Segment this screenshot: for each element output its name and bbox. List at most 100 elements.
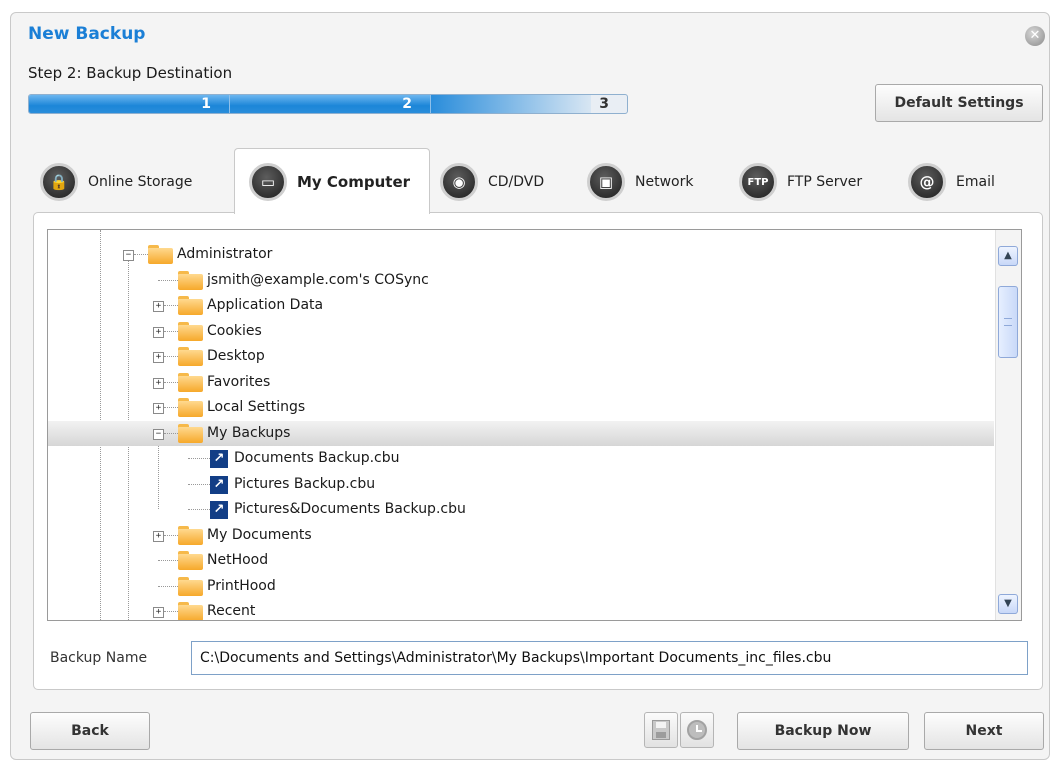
progress-segment-1: 1 [29, 95, 230, 113]
backup-file-icon: ↗ [210, 501, 228, 519]
save-button[interactable] [644, 712, 678, 748]
tree-folder-item[interactable]: PrintHood [48, 574, 994, 599]
tree-connector [164, 407, 178, 408]
tree-item-label: Documents Backup.cbu [234, 450, 400, 466]
tree-folder-item[interactable]: + Application Data [48, 293, 994, 318]
tree-folder-item[interactable]: NetHood [48, 548, 994, 573]
tree-item-label: Administrator [177, 246, 273, 262]
tree-item-label: jsmith@example.com's COSync [207, 271, 429, 288]
tree-item-label: Pictures&Documents Backup.cbu [234, 501, 466, 517]
expand-icon[interactable]: + [153, 530, 164, 542]
tab-my-computer[interactable]: ▭ My Computer [234, 148, 430, 214]
expand-icon[interactable]: + [153, 301, 164, 312]
tree-file-item[interactable]: ↗ Pictures Backup.cbu [48, 472, 994, 497]
dialog-title: New Backup [28, 24, 146, 44]
tree-connector [188, 509, 210, 510]
folder-icon [178, 398, 203, 417]
collapse-icon[interactable]: − [123, 250, 134, 261]
tree-scrollbar[interactable]: ▲ ▼ [995, 230, 1021, 620]
expand-icon[interactable]: + [153, 377, 164, 389]
tree-connector [164, 381, 178, 383]
tree-item-label: Pictures Backup.cbu [234, 475, 376, 492]
tab-label: Email [956, 174, 995, 190]
tree-connector [164, 356, 178, 357]
backup-now-button[interactable]: Backup Now [737, 712, 909, 750]
network-icon: ▣ [587, 163, 625, 201]
tree-folder-item[interactable]: + My Documents [48, 523, 994, 548]
backup-file-icon: ↗ [210, 450, 228, 468]
tree-folder-item[interactable]: + Favorites [48, 370, 994, 395]
tree-connector [158, 560, 178, 561]
expand-icon[interactable]: + [153, 607, 164, 618]
folder-icon [178, 576, 203, 596]
tree-folder-item[interactable]: + Cookies [48, 319, 994, 344]
tree-item-label: Recent [207, 603, 256, 619]
folder-icon [178, 270, 203, 290]
tree-item-label: Local Settings [207, 399, 306, 415]
folder-icon [148, 245, 173, 264]
tree-connector [158, 279, 178, 281]
tab-label: FTP Server [787, 174, 863, 190]
tree-file-item[interactable]: ↗ Pictures&Documents Backup.cbu [48, 497, 994, 522]
tree-folder-item[interactable]: + Local Settings [48, 395, 994, 420]
tree-item-label: PrintHood [207, 577, 276, 594]
tree-connector [164, 432, 178, 434]
tree-file-item[interactable]: ↗ Documents Backup.cbu [48, 446, 994, 471]
tab-label: My Computer [297, 172, 411, 191]
tab-email[interactable]: @ Email [908, 150, 995, 214]
tree-item-label: Application Data [207, 297, 324, 313]
tree-connector [164, 305, 178, 306]
expand-icon[interactable]: + [153, 352, 164, 363]
tab-ftp-server[interactable]: FTP FTP Server [739, 150, 862, 214]
scroll-thumb[interactable] [998, 286, 1018, 358]
tree-connector [164, 330, 178, 332]
tab-online-storage[interactable]: 🔒 Online Storage [40, 150, 192, 214]
tree-folder-item[interactable]: jsmith@example.com's COSync [48, 268, 994, 293]
tree-item-label: Cookies [207, 322, 262, 339]
email-icon: @ [908, 163, 946, 201]
backup-name-label: Backup Name [50, 650, 148, 666]
folder-icon [178, 296, 203, 315]
tree-connector [164, 534, 178, 536]
tree-folder-item[interactable]: + Recent [48, 599, 994, 620]
tree-folder-item[interactable]: − My Backups [48, 420, 994, 446]
scroll-down-icon[interactable]: ▼ [998, 594, 1018, 614]
next-button[interactable]: Next [924, 712, 1044, 750]
folder-icon [178, 525, 203, 545]
tree-folder-item[interactable]: − Administrator [48, 242, 994, 267]
schedule-button[interactable] [680, 712, 714, 748]
tree-item-label: Favorites [207, 373, 271, 390]
save-icon [652, 720, 670, 740]
tree-connector [188, 458, 210, 459]
lock-icon: 🔒 [40, 163, 78, 201]
folder-icon [178, 423, 203, 443]
tab-label: Network [635, 174, 694, 190]
tree-connector [188, 483, 210, 485]
close-icon[interactable]: ✕ [1025, 26, 1045, 46]
tab-cd-dvd[interactable]: ◉ CD/DVD [440, 150, 544, 214]
backup-file-icon: ↗ [210, 475, 228, 494]
tab-label: Online Storage [88, 174, 193, 190]
tree-item-label: Desktop [207, 348, 265, 364]
monitor-icon: ▭ [249, 162, 287, 201]
folder-icon [178, 551, 203, 570]
expand-icon[interactable]: + [153, 326, 164, 338]
folder-icon [178, 347, 203, 366]
default-settings-button[interactable]: Default Settings [875, 84, 1043, 122]
expand-icon[interactable]: + [153, 403, 164, 414]
scroll-up-icon[interactable]: ▲ [998, 246, 1018, 266]
step-progress-bar: 1 2 3 [28, 94, 628, 114]
folder-icon [178, 321, 203, 341]
folder-tree[interactable]: − Administrator jsmith@example.com's COSyn… [47, 229, 1022, 621]
disc-icon: ◉ [440, 163, 478, 201]
back-button[interactable]: Back [30, 712, 150, 750]
folder-icon [178, 602, 203, 620]
tree-connector [158, 585, 178, 587]
tab-network[interactable]: ▣ Network [587, 150, 693, 214]
destination-tabs: 🔒 Online Storage ▭ My Computer ◉ CD/DVD … [30, 148, 1030, 214]
tree-folder-item[interactable]: + Desktop [48, 344, 994, 369]
collapse-icon[interactable]: − [153, 428, 164, 440]
tab-label: CD/DVD [488, 174, 545, 190]
backup-name-input[interactable] [191, 641, 1028, 675]
folder-icon [178, 372, 203, 392]
